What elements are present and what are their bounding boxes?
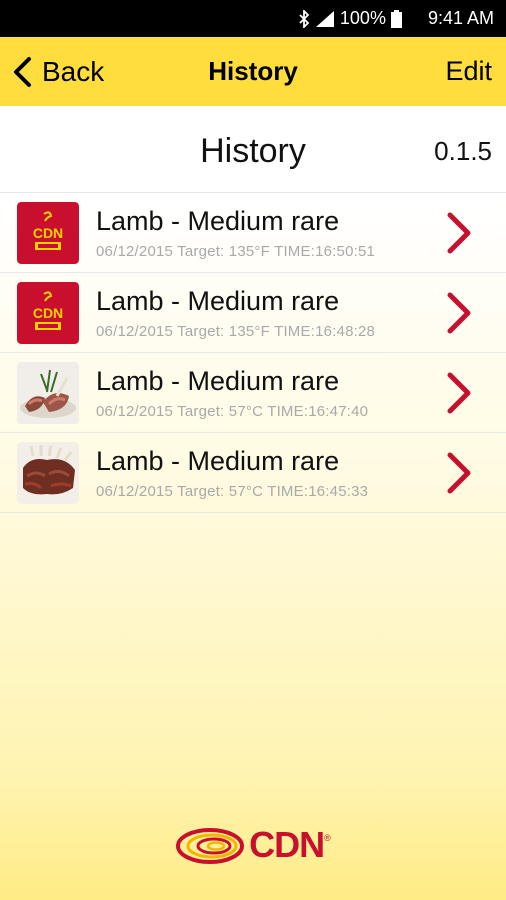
chevron-right-icon xyxy=(447,292,471,334)
chevron-right-icon xyxy=(447,452,471,494)
back-label: Back xyxy=(42,55,105,87)
version-label: 0.1.5 xyxy=(434,136,492,166)
cdn-logo: CDN ® xyxy=(0,824,506,866)
logo-text: CDN xyxy=(249,824,325,865)
svg-text:CDN: CDN xyxy=(33,305,63,321)
status-time: 9:41 AM xyxy=(427,8,494,28)
battery-percent: 100% xyxy=(339,8,386,28)
cdn-logo-thumb: CDN xyxy=(17,281,79,344)
svg-text:CDN: CDN xyxy=(33,225,63,241)
cdn-logo-thumb: CDN xyxy=(17,201,79,264)
page-title: History xyxy=(200,132,306,170)
status-bar: 100% 9:41 AM xyxy=(0,0,506,37)
status-icons: 100% xyxy=(298,8,402,29)
lamb-chops-photo-thumb xyxy=(17,441,79,504)
battery-icon xyxy=(390,9,402,28)
signal-icon xyxy=(315,10,334,27)
history-item[interactable]: Lamb - Medium rare 06/12/2015 Target: 57… xyxy=(0,353,506,433)
logo-registered: ® xyxy=(324,833,331,843)
nav-bar: Back History Edit xyxy=(0,37,506,106)
chevron-left-icon xyxy=(14,56,31,87)
back-button[interactable]: Back xyxy=(12,56,104,88)
chevron-right-icon xyxy=(447,212,471,254)
history-content: History 0.1.5 CDN Lamb - Medium rare 06/… xyxy=(0,106,506,900)
history-item[interactable]: CDN Lamb - Medium rare 06/12/2015 Target… xyxy=(0,273,506,353)
history-item[interactable]: Lamb - Medium rare 06/12/2015 Target: 57… xyxy=(0,433,506,513)
chevron-right-icon xyxy=(447,372,471,414)
edit-button[interactable]: Edit xyxy=(445,56,492,87)
history-header: History 0.1.5 xyxy=(0,106,506,192)
cdn-swirl-icon xyxy=(176,828,245,864)
bluetooth-icon xyxy=(299,9,310,28)
history-item[interactable]: CDN Lamb - Medium rare 06/12/2015 Target… xyxy=(0,193,506,273)
lamb-photo-thumb xyxy=(17,361,79,424)
history-list: CDN Lamb - Medium rare 06/12/2015 Target… xyxy=(0,192,506,513)
